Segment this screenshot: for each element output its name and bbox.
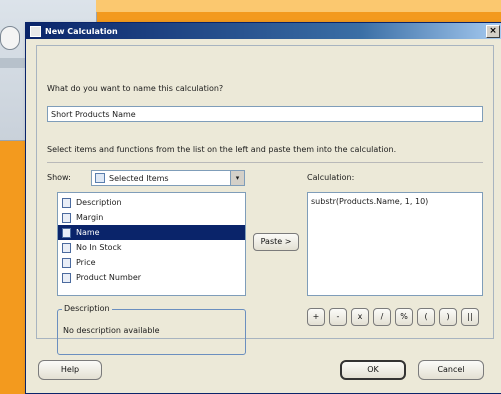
list-item[interactable]: Price (58, 255, 245, 270)
item-icon (62, 272, 71, 283)
operator-open-paren-button[interactable]: ( (417, 308, 435, 326)
background-bar (96, 0, 501, 12)
list-item[interactable]: Description (58, 195, 245, 210)
new-calculation-dialog: New Calculation × What do you want to na… (25, 22, 501, 394)
calculation-label: Calculation: (307, 173, 355, 182)
description-group: Description No description available (57, 304, 246, 355)
list-item[interactable]: Product Number (58, 270, 245, 285)
operator-concat-button[interactable]: || (461, 308, 479, 326)
operator-multiply-button[interactable]: x (351, 308, 369, 326)
help-button[interactable]: Help (38, 360, 102, 380)
calculation-name-input[interactable]: Short Products Name (47, 106, 483, 122)
list-item[interactable]: Margin (58, 210, 245, 225)
app-icon (30, 25, 41, 37)
list-item[interactable]: Name (58, 225, 245, 240)
item-icon (62, 197, 71, 208)
list-item-label: Description (76, 198, 122, 207)
operator-close-paren-button[interactable]: ) (439, 308, 457, 326)
chevron-down-icon[interactable]: ▾ (230, 171, 244, 185)
show-dropdown-value: Selected Items (109, 173, 169, 183)
operator-divide-button[interactable]: / (373, 308, 391, 326)
list-item-label: No In Stock (76, 243, 122, 252)
item-icon (62, 242, 71, 253)
list-item-label: Name (76, 228, 100, 237)
list-item[interactable]: No In Stock (58, 240, 245, 255)
paste-button[interactable]: Paste > (253, 233, 299, 251)
show-dropdown[interactable]: Selected Items ▾ (91, 170, 245, 186)
instruction-text: Select items and functions from the list… (47, 145, 397, 154)
operator-percent-button[interactable]: % (395, 308, 413, 326)
item-icon (62, 227, 71, 238)
description-legend: Description (62, 304, 112, 313)
description-text: No description available (63, 326, 160, 335)
operator-minus-button[interactable]: - (329, 308, 347, 326)
background-button (0, 26, 20, 50)
operator-plus-button[interactable]: + (307, 308, 325, 326)
list-item-label: Product Number (76, 273, 142, 282)
items-icon (95, 173, 105, 183)
name-prompt: What do you want to name this calculatio… (47, 84, 224, 93)
show-label: Show: (47, 173, 71, 182)
list-item-label: Margin (76, 213, 104, 222)
item-list[interactable]: Description Margin Name No In Stock Pric… (57, 192, 246, 296)
list-item-label: Price (76, 258, 96, 267)
item-icon (62, 212, 71, 223)
calculation-editor[interactable]: substr(Products.Name, 1, 10) (307, 192, 483, 296)
item-icon (62, 257, 71, 268)
dialog-title: New Calculation (45, 26, 118, 36)
dialog-body: What do you want to name this calculatio… (36, 45, 494, 355)
cancel-button[interactable]: Cancel (418, 360, 484, 380)
separator (47, 162, 483, 163)
title-bar: New Calculation × (26, 23, 501, 39)
ok-button[interactable]: OK (340, 360, 406, 380)
close-icon[interactable]: × (486, 25, 500, 38)
